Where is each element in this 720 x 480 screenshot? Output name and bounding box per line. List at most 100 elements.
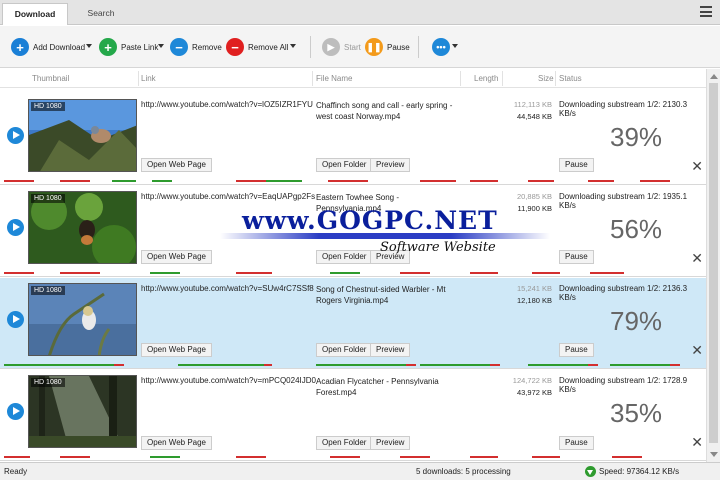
scroll-up-arrow-icon[interactable] — [710, 74, 718, 79]
size-downloaded: 44,548 KB — [516, 112, 552, 121]
row-pause-button[interactable]: Pause — [559, 158, 594, 172]
open-folder-button[interactable]: Open Folder — [316, 436, 373, 450]
add-download-dropdown-chevron-icon[interactable] — [86, 44, 92, 48]
row-pause-button[interactable]: Pause — [559, 436, 594, 450]
preview-button[interactable]: Preview — [370, 436, 411, 450]
watermark-subtitle: Software Website — [380, 240, 496, 255]
pause-icon: ❚❚ — [365, 38, 383, 56]
hd-badge: HD 1080 — [31, 102, 65, 111]
video-thumbnail: HD 1080 — [28, 283, 137, 356]
size-downloaded: 12,180 KB — [516, 296, 552, 305]
scroll-down-arrow-icon[interactable] — [710, 452, 718, 457]
hd-badge: HD 1080 — [31, 194, 65, 203]
download-row[interactable]: HD 1080 http://www.youtube.com/watch?v=l… — [0, 94, 706, 185]
download-link: http://www.youtube.com/watch?v=lOZ5IZR1F… — [141, 100, 313, 109]
close-icon[interactable]: ✕ — [691, 250, 703, 267]
size-total: 124,722 KB — [512, 376, 552, 385]
plus-icon: + — [11, 38, 29, 56]
add-download-button[interactable]: + Add Download — [11, 37, 85, 57]
open-web-page-button[interactable]: Open Web Page — [141, 250, 213, 264]
open-web-page-button[interactable]: Open Web Page — [141, 343, 213, 357]
column-link[interactable]: Link — [141, 74, 156, 83]
start-button[interactable]: ▶ Start — [322, 37, 361, 57]
play-icon: ▶ — [322, 38, 340, 56]
preview-button[interactable]: Preview — [370, 343, 411, 357]
close-icon[interactable]: ✕ — [691, 158, 703, 175]
remove-label: Remove — [192, 42, 222, 52]
open-web-page-button[interactable]: Open Web Page — [141, 158, 213, 172]
paste-link-button[interactable]: + Paste Link — [99, 37, 158, 57]
pause-button[interactable]: ❚❚ Pause — [365, 37, 410, 57]
minus-icon: − — [226, 38, 244, 56]
minus-icon: − — [170, 38, 188, 56]
column-length[interactable]: Length — [474, 74, 498, 83]
paste-link-dropdown-chevron-icon[interactable] — [158, 44, 164, 48]
status-text: Downloading substream 1/2: 2130.3 KB/s — [559, 100, 688, 118]
column-thumbnail[interactable]: Thumbnail — [32, 74, 69, 83]
video-thumbnail: HD 1080 — [28, 99, 137, 172]
watermark-title: www.GOGPC.NET — [242, 206, 498, 235]
segment-progress-bar — [0, 272, 706, 274]
progress-percent: 39% — [610, 122, 663, 152]
pause-label: Pause — [387, 42, 410, 52]
play-icon[interactable] — [7, 219, 24, 236]
toolbar-divider — [418, 36, 419, 58]
vertical-scrollbar[interactable] — [706, 69, 720, 462]
download-link: http://www.youtube.com/watch?v=EaqUAPgp2… — [141, 192, 316, 201]
download-arrow-icon — [585, 466, 596, 477]
status-text: Downloading substream 1/2: 1728.9 KB/s — [559, 376, 688, 394]
play-icon[interactable] — [7, 311, 24, 328]
progress-percent: 35% — [610, 398, 663, 428]
open-folder-button[interactable]: Open Folder — [316, 343, 373, 357]
segment-progress-bar — [0, 364, 706, 366]
remove-all-button[interactable]: − Remove All — [226, 37, 288, 57]
download-row-selected[interactable]: HD 1080 http://www.youtube.com/watch?v=S… — [0, 278, 706, 369]
tab-search[interactable]: Search — [68, 3, 134, 25]
column-file-name[interactable]: File Name — [316, 74, 352, 83]
video-thumbnail: HD 1080 — [28, 191, 137, 264]
progress-percent: 79% — [610, 306, 663, 336]
size-total: 112,113 KB — [513, 100, 552, 109]
column-status[interactable]: Status — [559, 74, 582, 83]
watermark-underline — [220, 233, 550, 239]
add-download-label: Add Download — [33, 42, 86, 52]
status-speed: Speed: 97364.12 KB/s — [599, 467, 680, 476]
size-total: 20,885 KB — [516, 192, 552, 201]
close-icon[interactable]: ✕ — [691, 342, 703, 359]
column-size[interactable]: Size — [538, 74, 554, 83]
more-dots-icon: ••• — [432, 38, 450, 56]
scrollbar-thumb[interactable] — [709, 83, 718, 443]
remove-all-dropdown-chevron-icon[interactable] — [290, 44, 296, 48]
download-link: http://www.youtube.com/watch?v=SUw4rC7SS… — [141, 284, 314, 293]
status-downloads-count: 5 downloads: 5 processing — [416, 467, 511, 476]
open-folder-button[interactable]: Open Folder — [316, 158, 373, 172]
plus-icon: + — [99, 38, 117, 56]
tab-bar: Download Search — [0, 0, 720, 25]
paste-link-label: Paste Link — [121, 42, 159, 52]
hd-badge: HD 1080 — [31, 286, 65, 295]
tab-download[interactable]: Download — [2, 3, 68, 25]
size-downloaded: 43,972 KB — [516, 388, 552, 397]
row-pause-button[interactable]: Pause — [559, 343, 594, 357]
status-bar: Ready 5 downloads: 5 processing Speed: 9… — [0, 462, 720, 480]
file-name: Acadian Flycatcher - Pennsylvania Forest… — [316, 377, 439, 397]
play-icon[interactable] — [7, 403, 24, 420]
row-pause-button[interactable]: Pause — [559, 250, 594, 264]
hamburger-menu-icon[interactable] — [700, 6, 712, 17]
hd-badge: HD 1080 — [31, 378, 65, 387]
download-row[interactable]: HD 1080 http://www.youtube.com/watch?v=m… — [0, 370, 706, 461]
file-name: Song of Chestnut-sided Warbler - Mt Roge… — [316, 285, 446, 305]
start-label: Start — [344, 42, 361, 52]
more-options-button[interactable]: ••• — [432, 37, 454, 57]
open-web-page-button[interactable]: Open Web Page — [141, 436, 213, 450]
more-options-chevron-icon[interactable] — [452, 44, 458, 48]
status-text: Downloading substream 1/2: 1935.1 KB/s — [559, 192, 688, 210]
preview-button[interactable]: Preview — [370, 158, 411, 172]
progress-percent: 56% — [610, 214, 663, 244]
remove-button[interactable]: − Remove — [170, 37, 222, 57]
close-icon[interactable]: ✕ — [691, 434, 703, 451]
play-icon[interactable] — [7, 127, 24, 144]
size-total: 15,241 KB — [516, 284, 552, 293]
remove-all-label: Remove All — [248, 42, 289, 52]
watermark: www.GOGPC.NET Software Website — [220, 202, 550, 264]
